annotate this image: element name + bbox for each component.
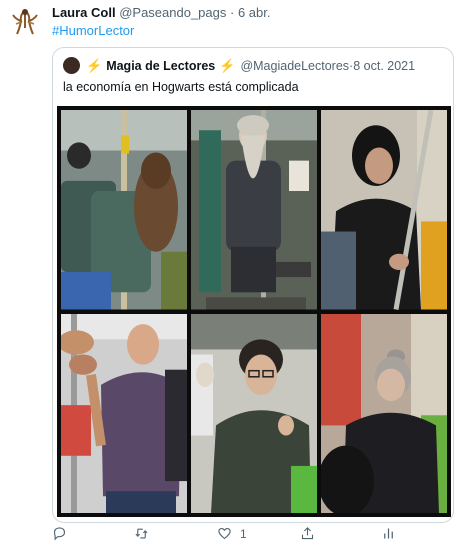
like-button[interactable]: 1 bbox=[217, 526, 247, 541]
retweet-icon bbox=[135, 528, 148, 539]
quoted-text: la economía en Hogwarts está complicada bbox=[63, 80, 299, 94]
quoted-author-name[interactable]: Magia de Lectores bbox=[106, 59, 215, 73]
quoted-header: ⚡ Magia de Lectores ⚡ @MagiadeLectores ·… bbox=[63, 57, 415, 74]
lightning-emoji-right: ⚡ bbox=[219, 57, 236, 73]
metro-passenger-bald-man-photo[interactable] bbox=[61, 313, 187, 513]
metro-passenger-dark-hair-woman-photo[interactable] bbox=[321, 110, 447, 310]
metro-passenger-glasses-boy-photo[interactable] bbox=[191, 313, 317, 513]
metro-passenger-grey-beard-photo[interactable] bbox=[191, 110, 317, 310]
share-button[interactable] bbox=[300, 526, 315, 541]
header-separator: · bbox=[226, 5, 238, 20]
tweet-action-bar: 1 bbox=[52, 526, 452, 544]
author-name[interactable]: Laura Coll bbox=[52, 5, 116, 20]
analytics-button[interactable] bbox=[381, 526, 396, 541]
reply-button[interactable] bbox=[52, 526, 67, 541]
metro-passenger-grey-bun-woman-photo[interactable] bbox=[321, 313, 447, 513]
heart-icon bbox=[218, 527, 231, 540]
quoted-tweet[interactable]: ⚡ Magia de Lectores ⚡ @MagiadeLectores ·… bbox=[52, 47, 454, 523]
author-handle[interactable]: @Paseando_pags bbox=[119, 5, 226, 20]
quoted-avatar[interactable] bbox=[63, 57, 80, 74]
photo-grid bbox=[57, 106, 451, 517]
like-count: 1 bbox=[240, 526, 247, 541]
retweet-button[interactable] bbox=[134, 526, 149, 541]
tweet-date[interactable]: 6 abr. bbox=[238, 5, 271, 20]
reply-icon bbox=[53, 527, 66, 541]
metro-passenger-long-hair-photo[interactable] bbox=[61, 110, 187, 310]
lightning-emoji-left: ⚡ bbox=[86, 57, 103, 73]
analytics-icon bbox=[384, 528, 393, 539]
figure-drawing-avatar-icon bbox=[8, 4, 42, 38]
quoted-handle[interactable]: @MagiadeLectores bbox=[240, 59, 349, 73]
tweet-header: Laura Coll @Paseando_pags · 6 abr. bbox=[52, 5, 270, 20]
share-icon bbox=[301, 527, 314, 540]
hashtag-link[interactable]: #HumorLector bbox=[52, 23, 134, 38]
quoted-date[interactable]: 8 oct. 2021 bbox=[353, 59, 415, 73]
author-avatar[interactable] bbox=[8, 4, 42, 38]
